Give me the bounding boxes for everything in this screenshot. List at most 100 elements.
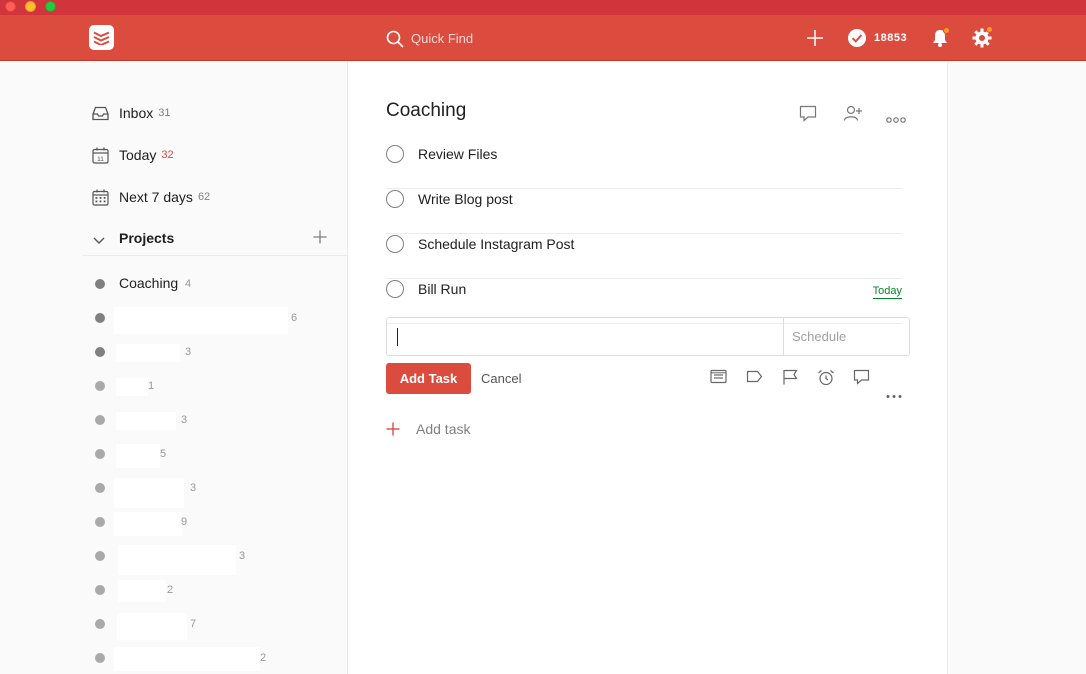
task-due-date[interactable]: Today (872, 285, 902, 299)
project-select-icon[interactable] (710, 369, 727, 389)
project-count: 2 (260, 652, 267, 664)
redacted-project-name (114, 647, 260, 671)
sidebar-item-label: Today (119, 147, 157, 163)
project-count: 4 (185, 278, 192, 290)
sidebar-item-count: 32 (161, 149, 174, 161)
redacted-project-name (114, 478, 184, 508)
project-count: 9 (181, 516, 188, 528)
inbox-icon (91, 104, 109, 122)
window-minimize-button[interactable] (25, 1, 36, 12)
settings-update-dot (986, 26, 993, 33)
project-count: 3 (239, 550, 246, 562)
sidebar-item-today[interactable]: 11 Today 32 (91, 145, 174, 165)
sidebar-item-next-7-days[interactable]: Next 7 days 62 (91, 187, 210, 207)
projects-title: Projects (119, 230, 175, 246)
sidebar-item-count: 62 (197, 191, 211, 203)
project-color-dot (95, 619, 105, 629)
project-count: 6 (291, 312, 298, 324)
more-actions-icon[interactable] (886, 386, 902, 404)
schedule-input[interactable]: Schedule (783, 318, 909, 355)
svg-text:11: 11 (97, 156, 104, 163)
project-color-dot (95, 551, 105, 561)
sidebar: Inbox 31 11 Today 32 Next 7 days 62 Proj… (0, 62, 348, 674)
redacted-project-name (114, 307, 288, 334)
calendar-today-icon: 11 (91, 146, 109, 164)
project-name: Coaching (119, 275, 179, 291)
cancel-button[interactable]: Cancel (481, 371, 521, 386)
top-bar: Quick Find 18853 (0, 15, 1086, 61)
project-color-dot (95, 415, 105, 425)
redacted-project-name (117, 613, 187, 640)
redacted-project-name (116, 412, 176, 430)
karma-count[interactable]: 18853 (874, 32, 907, 44)
task-content-input[interactable] (387, 318, 783, 355)
page-title: Coaching (386, 100, 467, 121)
task-row[interactable]: Review Files (386, 144, 902, 189)
more-options-icon[interactable] (886, 110, 906, 128)
project-color-dot (95, 653, 105, 663)
redacted-project-name (118, 545, 236, 575)
sidebar-item-inbox[interactable]: Inbox 31 (91, 103, 171, 123)
label-tag-icon[interactable] (746, 369, 763, 389)
reminder-alarm-icon[interactable] (817, 369, 835, 391)
notification-dot (943, 27, 950, 34)
task-content[interactable]: Write Blog post (418, 191, 513, 207)
plus-icon (386, 422, 400, 441)
task-row[interactable]: Write Blog post (386, 189, 902, 234)
task-checkbox[interactable] (386, 280, 404, 298)
project-color-dot (95, 313, 105, 323)
project-color-dot (95, 585, 105, 595)
add-project-plus-icon[interactable] (313, 230, 327, 249)
priority-flag-icon[interactable] (782, 369, 799, 390)
add-task-plus-icon[interactable] (806, 29, 824, 52)
task-checkbox[interactable] (386, 190, 404, 208)
comment-icon[interactable] (799, 105, 817, 127)
sidebar-item-label: Inbox (119, 105, 154, 121)
task-row[interactable]: Schedule Instagram Post (386, 234, 902, 279)
check-circle-icon[interactable] (847, 28, 867, 53)
project-count: 1 (148, 380, 155, 392)
task-content[interactable]: Schedule Instagram Post (418, 236, 574, 252)
redacted-project-name (116, 344, 180, 362)
task-editor: Schedule (386, 317, 910, 356)
projects-header[interactable]: Projects (82, 224, 347, 256)
task-checkbox[interactable] (386, 145, 404, 163)
project-count: 3 (181, 414, 188, 426)
project-color-dot (95, 449, 105, 459)
redacted-project-name (114, 512, 182, 536)
task-content[interactable]: Bill Run (418, 281, 466, 297)
window-titlebar (0, 0, 1086, 15)
calendar-week-icon (91, 188, 109, 206)
comment-icon[interactable] (853, 369, 870, 390)
project-count: 5 (160, 448, 167, 460)
project-color-dot (95, 279, 105, 289)
project-color-dot (95, 381, 105, 391)
redacted-project-name (118, 580, 166, 602)
bell-icon[interactable] (930, 27, 950, 53)
window-close-button[interactable] (5, 1, 16, 12)
project-count: 7 (190, 618, 197, 630)
task-content[interactable]: Review Files (418, 146, 497, 162)
chevron-down-icon[interactable] (93, 232, 105, 250)
project-color-dot (95, 347, 105, 357)
main-content: Coaching Review Files Write Blog post Sc… (348, 62, 947, 674)
redacted-project-name (116, 444, 160, 468)
project-count: 3 (185, 346, 192, 358)
quick-find-input[interactable]: Quick Find (411, 31, 473, 46)
sidebar-item-label: Next 7 days (119, 189, 193, 205)
text-caret (397, 328, 398, 346)
sidebar-item-count: 31 (158, 107, 171, 119)
project-color-dot (95, 483, 105, 493)
project-count: 2 (167, 584, 174, 596)
task-checkbox[interactable] (386, 235, 404, 253)
todoist-logo-icon[interactable] (89, 25, 114, 50)
gear-icon[interactable] (972, 26, 993, 53)
share-user-icon[interactable] (843, 105, 863, 127)
add-task-button[interactable]: Add Task (386, 363, 471, 394)
add-task-label: Add task (416, 421, 471, 437)
search-icon[interactable] (386, 30, 404, 53)
window-maximize-button[interactable] (45, 1, 56, 12)
redacted-project-name (116, 378, 148, 396)
right-gutter (947, 62, 1086, 674)
project-color-dot (95, 517, 105, 527)
